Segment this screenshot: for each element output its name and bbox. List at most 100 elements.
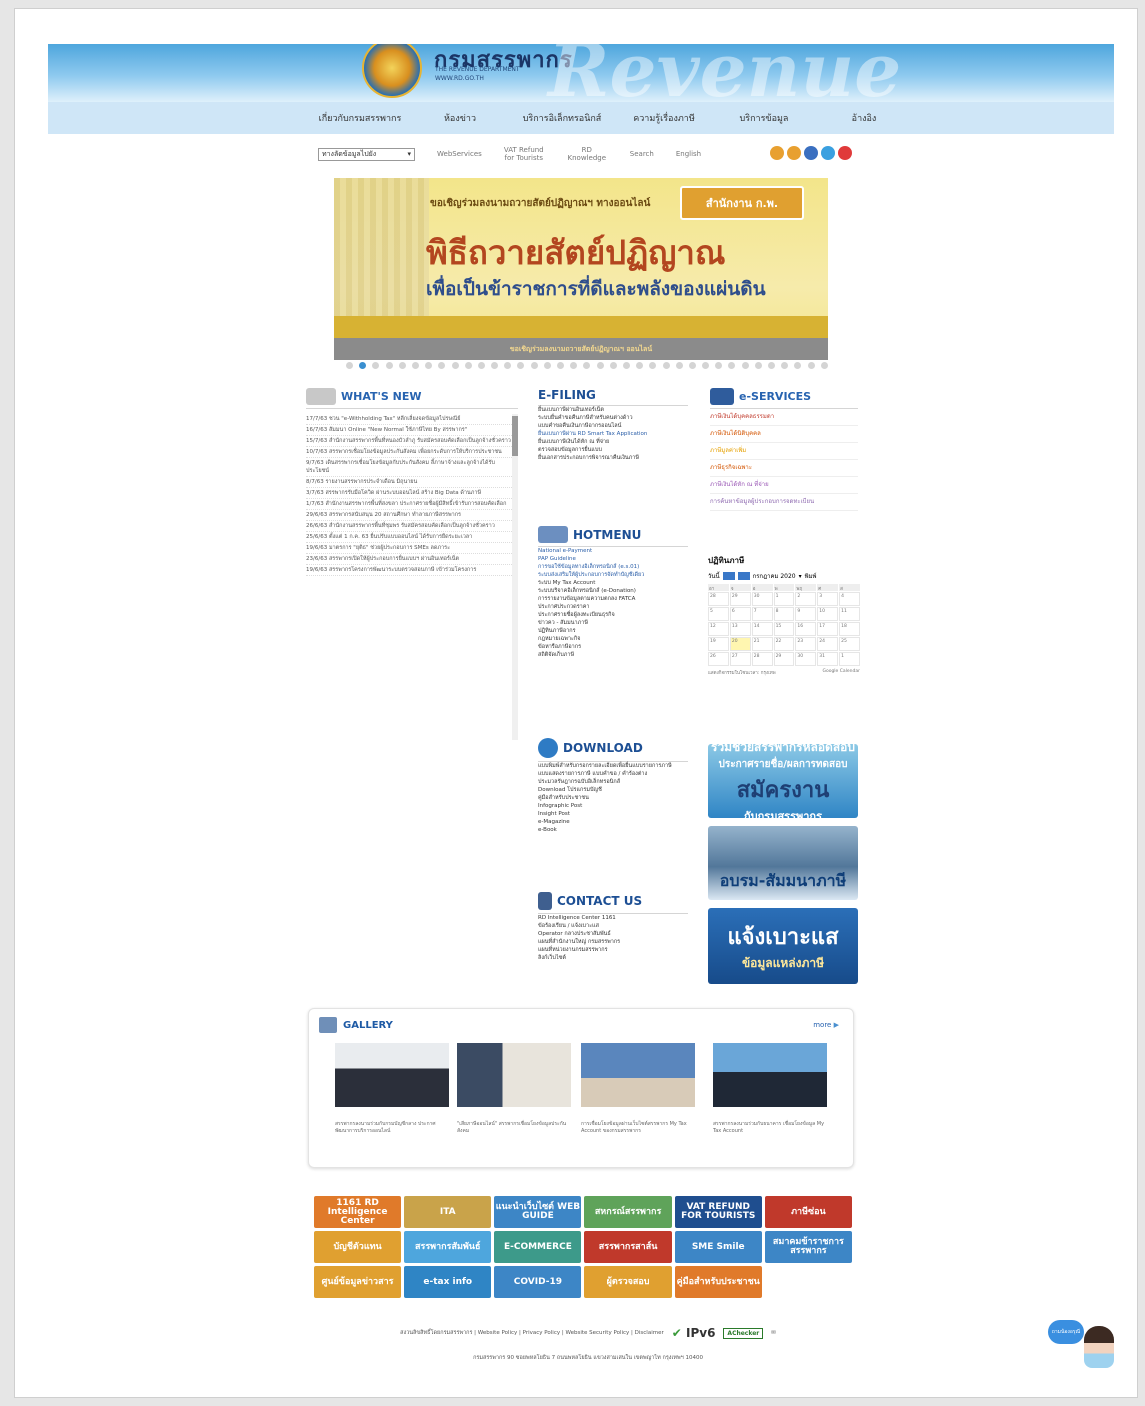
calendar-day[interactable]: 2 — [795, 592, 817, 606]
quick-link-tile[interactable]: 1161 RD Intelligence Center — [314, 1196, 402, 1228]
calendar-day[interactable]: 13 — [729, 622, 751, 636]
download-item[interactable]: แบบพิมพ์สำหรับกรอกรายละเอียดเพื่อยื่นแบบ… — [538, 762, 688, 770]
calendar-day[interactable]: 31 — [817, 652, 839, 666]
slider-dot[interactable] — [583, 362, 591, 369]
slider-dot[interactable] — [451, 362, 459, 369]
hotmenu-item[interactable]: National e-Payment — [538, 547, 688, 555]
slider-dot[interactable] — [543, 362, 551, 369]
calendar-day[interactable]: 7 — [751, 607, 773, 621]
calendar-day[interactable]: 18 — [839, 622, 860, 636]
gallery-photo-2[interactable] — [457, 1043, 571, 1107]
hotmenu-item[interactable]: สถิติจัดเก็บภาษี — [538, 651, 688, 659]
hotmenu-item[interactable]: ระบบ My Tax Account — [538, 579, 688, 587]
slider-dot[interactable] — [570, 362, 578, 369]
revenue-seal-logo[interactable] — [362, 44, 422, 98]
nav-e-services[interactable]: บริการอิเล็กทรอนิกส์ — [510, 111, 614, 125]
hotmenu-item[interactable]: ปฏิทินภาษีอากร — [538, 627, 688, 635]
nav-info[interactable]: บริการข้อมูล — [714, 111, 814, 125]
contact-item[interactable]: ข้อร้องเรียน / แจ้งเบาะแส — [538, 922, 688, 930]
news-item[interactable]: 23/6/63 สรรพากรเปิดให้ผู้ประกอบการยื่นแบ… — [306, 554, 512, 565]
contact-item[interactable]: แผนที่สำนักงานใหญ่ กรมสรรพากร — [538, 938, 688, 946]
efiling-item[interactable]: แบบคำขอคืนเงินภาษีอากรออนไลน์ — [538, 422, 688, 430]
slider-dot[interactable] — [530, 362, 538, 369]
slider-dot[interactable] — [754, 362, 762, 369]
eservice-item[interactable]: ภาษีเงินได้หัก ณ ที่จ่าย — [710, 477, 858, 494]
gallery-caption-1[interactable]: สรรพากรลงนามร่วมกับกรมบัญชีกลาง ประกาศพั… — [335, 1121, 449, 1135]
quick-link-tile[interactable]: E-COMMERCE — [494, 1231, 582, 1263]
next-month-icon[interactable] — [737, 572, 750, 580]
eservice-item[interactable]: ภาษีเงินได้บุคคลธรรมดา — [710, 409, 858, 426]
calendar-day[interactable]: 16 — [795, 622, 817, 636]
calendar-day[interactable]: 17 — [817, 622, 839, 636]
link-vat-refund[interactable]: VAT Refund for Tourists — [504, 146, 544, 162]
slider-dot[interactable] — [662, 362, 670, 369]
quick-link-tile[interactable]: สหกรณ์สรรพากร — [584, 1196, 672, 1228]
recruit-banner[interactable]: ร่วมช่วยสรรพากรหลอดสอบ ประกาศรายชื่อ/ผลก… — [708, 740, 858, 823]
quick-link-tile[interactable]: ศูนย์ข้อมูลข่าวสาร — [314, 1266, 402, 1298]
calendar-day[interactable]: 1 — [839, 652, 860, 666]
footer-policy-links[interactable]: สงวนลิขสิทธิ์โดยกรมสรรพากร | Website Pol… — [400, 1329, 664, 1337]
slider-dot[interactable] — [517, 362, 525, 369]
slider-dot[interactable] — [359, 362, 367, 369]
quick-link-tile[interactable]: SME Smile — [674, 1231, 762, 1263]
calendar-month[interactable]: กรกฎาคม 2020 — [753, 571, 796, 581]
calendar-day[interactable]: 28 — [708, 592, 729, 606]
hotmenu-item[interactable]: ประกาศรายชื่อผู้ลงทะเบียนธุรกิจ — [538, 611, 688, 619]
rss-icon[interactable] — [770, 146, 784, 160]
download-item[interactable]: Insight Post — [538, 810, 688, 818]
eservice-item[interactable]: ภาษีธุรกิจเฉพาะ — [710, 460, 858, 477]
slider-dot[interactable] — [346, 362, 353, 369]
hotmenu-item[interactable]: การรายงานข้อมูลตามความตกลง FATCA — [538, 595, 688, 603]
slider-dot[interactable] — [807, 362, 815, 369]
link-search[interactable]: Search — [630, 150, 654, 158]
slider-dot[interactable] — [741, 362, 749, 369]
calendar-day[interactable]: 29 — [773, 652, 795, 666]
calendar-day[interactable]: 20 — [729, 637, 751, 651]
slider-dot[interactable] — [438, 362, 446, 369]
hotmenu-item[interactable]: ระบบส่งเสริมให้ผู้ประกอบการจัดทำบัญชีเดี… — [538, 571, 688, 579]
efiling-item[interactable]: ระบบยื่นคำขอคืนภาษีสำหรับคนต่างด้าว — [538, 414, 688, 422]
calendar-day[interactable]: 14 — [751, 622, 773, 636]
hero-banner[interactable]: ขอเชิญร่วมลงนามถวายสัตย์ปฏิญาณฯ ทางออนไล… — [334, 178, 828, 360]
whistleblow-banner[interactable]: แจ้งเบาะแส ข้อมูลแหล่งภาษี — [708, 908, 858, 984]
news-scrollbar[interactable] — [512, 414, 518, 740]
download-item[interactable]: ประมวลรัษฎากรฉบับอิเล็กทรอนิกส์ — [538, 778, 688, 786]
calendar-day[interactable]: 22 — [773, 637, 795, 651]
scrollbar-thumb[interactable] — [512, 416, 518, 456]
gallery-photo-3[interactable] — [581, 1043, 695, 1107]
news-item[interactable]: 29/6/63 สรรพากรสนับสนุน 20 สถานศึกษา ทำล… — [306, 510, 512, 521]
news-item[interactable]: 17/7/63 ชวน "e-Withholding Tax" หลีกเลี่… — [306, 414, 512, 425]
contact-item[interactable]: RD Intelligence Center 1161 — [538, 914, 688, 922]
quick-link-tile[interactable]: e-tax info — [404, 1266, 492, 1298]
quick-link-tile[interactable]: ผู้ตรวจสอบ — [584, 1266, 672, 1298]
gallery-photo-4[interactable] — [713, 1043, 827, 1107]
news-item[interactable]: 9/7/63 เดินสรรพากรเชื่อมโยงข้อมูลกับประก… — [306, 458, 512, 477]
calendar-day[interactable]: 3 — [817, 592, 839, 606]
hotmenu-item[interactable]: การขอใช้ข้อมูลทางอิเล็กทรอนิกส์ (e.s.01) — [538, 563, 688, 571]
download-item[interactable]: คู่มือสำหรับประชาชน — [538, 794, 688, 802]
link-english[interactable]: English — [676, 150, 701, 158]
calendar-day[interactable]: 12 — [708, 622, 729, 636]
slider-dot[interactable] — [768, 362, 775, 369]
hotmenu-item[interactable]: PAP Guideline — [538, 555, 688, 563]
news-item[interactable]: 10/7/63 สรรพากรเชื่อมโยงข้อมูลประกันสังค… — [306, 447, 512, 458]
calendar-day[interactable]: 15 — [773, 622, 795, 636]
contact-item[interactable]: แผนที่หน่วยงานกรมสรรพากร — [538, 946, 688, 954]
slider-dot[interactable] — [464, 362, 472, 369]
contact-item[interactable]: ลิงก์เว็บไซต์ — [538, 954, 688, 962]
hotmenu-item[interactable]: กฎหมายเฉพาะกิจ — [538, 635, 688, 643]
slider-dot[interactable] — [609, 362, 617, 369]
seminar-banner[interactable]: อบรม-สัมมนาภาษี — [708, 826, 858, 900]
contact-item[interactable]: Operator กลางประชาสัมพันธ์ — [538, 930, 688, 938]
hotmenu-item[interactable]: ประกาศประกวดราคา — [538, 603, 688, 611]
calendar-day[interactable]: 26 — [708, 652, 729, 666]
calendar-day[interactable]: 28 — [751, 652, 773, 666]
calendar-day[interactable]: 11 — [839, 607, 860, 621]
news-item[interactable]: 19/6/63 มาตรการ "ยุติธ" ช่วยผู้ประกอบการ… — [306, 543, 512, 554]
facebook-icon[interactable] — [804, 146, 818, 160]
quick-link-tile[interactable]: คู่มือสำหรับประชาชน — [674, 1266, 762, 1298]
news-item[interactable]: 3/7/63 สรรพากรรับมือโควิด ผ่านระบบออนไลน… — [306, 488, 512, 499]
download-item[interactable]: Download โปรแกรมบัญชี — [538, 786, 688, 794]
news-item[interactable]: 15/7/63 สำนักงานสรรพากรพื้นที่หนองบัวลำภ… — [306, 436, 512, 447]
link-webservices[interactable]: WebServices — [437, 150, 482, 158]
